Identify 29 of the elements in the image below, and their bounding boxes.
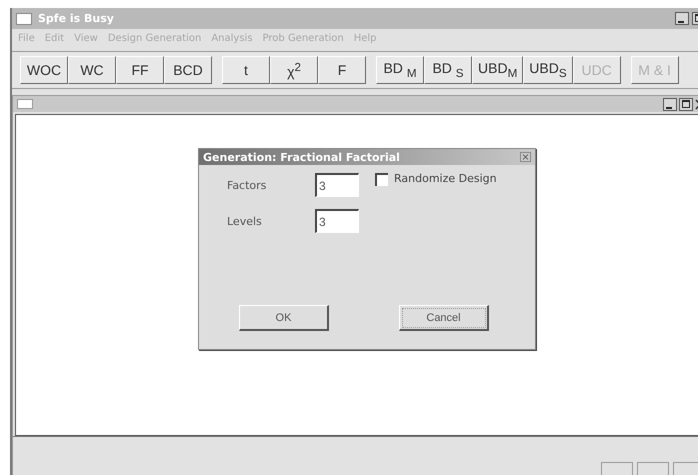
status-panel bbox=[637, 462, 669, 475]
dialog-title: Generation: Fractional Factorial bbox=[203, 150, 400, 164]
minimize-icon[interactable] bbox=[663, 98, 677, 110]
toolbar-button[interactable]: UBD$_{S}$ bbox=[523, 56, 573, 84]
checkbox-label: Randomize Design bbox=[394, 172, 497, 185]
dialog-button[interactable]: OK bbox=[239, 305, 329, 331]
toolbar-button[interactable]: UBD$_{M}$ bbox=[472, 56, 524, 84]
dialog-button[interactable]: Cancel bbox=[399, 305, 489, 331]
toolbar-button[interactable]: FF bbox=[116, 56, 164, 84]
window-title: Spfe is Busy bbox=[38, 12, 114, 25]
toolbar-button[interactable]: BD $_{S}$ bbox=[424, 56, 472, 84]
minimize-icon[interactable] bbox=[675, 12, 689, 25]
toolbar-button[interactable]: t bbox=[222, 56, 270, 84]
input-field[interactable]: 3 bbox=[315, 173, 359, 197]
window-icon bbox=[16, 12, 32, 24]
input-field[interactable]: 3 bbox=[315, 209, 359, 233]
checkbox[interactable] bbox=[375, 173, 388, 186]
field-label: Levels bbox=[227, 214, 263, 228]
maximize-icon[interactable] bbox=[679, 98, 693, 110]
toolbar-button[interactable]: F bbox=[318, 56, 366, 84]
field-label: Factors bbox=[227, 178, 268, 192]
toolbar-button[interactable]: WOC bbox=[20, 56, 68, 84]
toolbar-button[interactable]: BD $_{M}$ bbox=[376, 56, 424, 84]
status-panel bbox=[601, 462, 633, 475]
toolbar-button[interactable]: BCD bbox=[164, 56, 212, 84]
document-icon bbox=[17, 99, 33, 109]
close-icon[interactable] bbox=[520, 152, 531, 162]
toolbar-button[interactable]: WC bbox=[68, 56, 116, 84]
toolbar-button[interactable]: χ$^{2}$ bbox=[270, 56, 318, 84]
